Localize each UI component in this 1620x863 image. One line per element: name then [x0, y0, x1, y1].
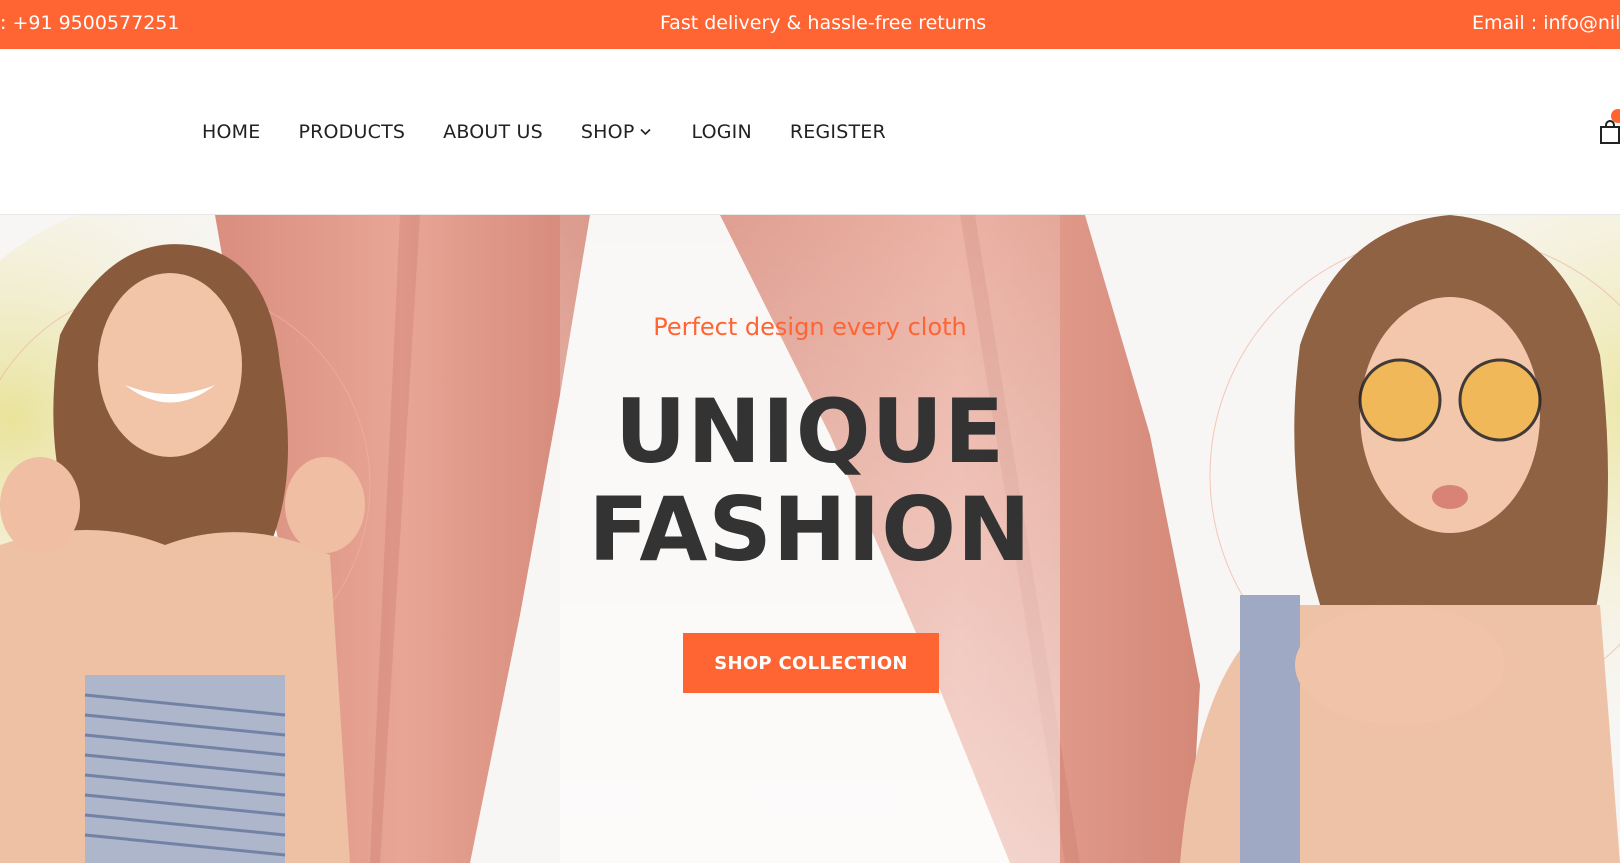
- hero-banner: Perfect design every cloth UNIQUE FASHIO…: [0, 215, 1620, 863]
- hero-headline: UNIQUE FASHION: [500, 383, 1120, 579]
- contact-email[interactable]: Email : info@nila: [1472, 12, 1620, 34]
- nav-item-label: LOGIN: [691, 121, 752, 143]
- promo-message: Fast delivery & hassle-free returns: [660, 12, 987, 34]
- hero-tagline: Perfect design every cloth: [653, 313, 967, 341]
- nav-item-label: REGISTER: [789, 121, 886, 143]
- contact-phone[interactable]: : +91 9500577251: [0, 12, 179, 34]
- shopping-bag-icon[interactable]: [1598, 119, 1620, 145]
- nav-item-label: ABOUT US: [443, 121, 543, 143]
- hero-headline-line-2: FASHION: [588, 478, 1032, 581]
- nav-item-register[interactable]: REGISTER: [790, 121, 886, 143]
- nav-item-about-us[interactable]: ABOUT US: [443, 121, 543, 143]
- shop-collection-button[interactable]: SHOP COLLECTION: [683, 633, 939, 693]
- top-announcement-bar: : +91 9500577251 Fast delivery & hassle-…: [0, 0, 1620, 49]
- chevron-down-icon: [640, 128, 652, 136]
- nav-item-products[interactable]: PRODUCTS: [298, 121, 405, 143]
- nav-item-shop[interactable]: SHOP: [581, 121, 652, 143]
- nav-item-label: SHOP: [580, 121, 635, 143]
- hero-headline-line-1: UNIQUE: [614, 380, 1006, 483]
- nav-item-home[interactable]: HOME: [202, 121, 260, 143]
- nav-item-label: PRODUCTS: [298, 121, 406, 143]
- main-navigation: HOME PRODUCTS ABOUT US SHOP LOGIN REGIST…: [202, 49, 924, 215]
- nav-item-login[interactable]: LOGIN: [691, 121, 751, 143]
- site-header: HOME PRODUCTS ABOUT US SHOP LOGIN REGIST…: [0, 49, 1620, 215]
- nav-item-label: HOME: [202, 121, 261, 143]
- hero-content: Perfect design every cloth UNIQUE FASHIO…: [500, 215, 1120, 863]
